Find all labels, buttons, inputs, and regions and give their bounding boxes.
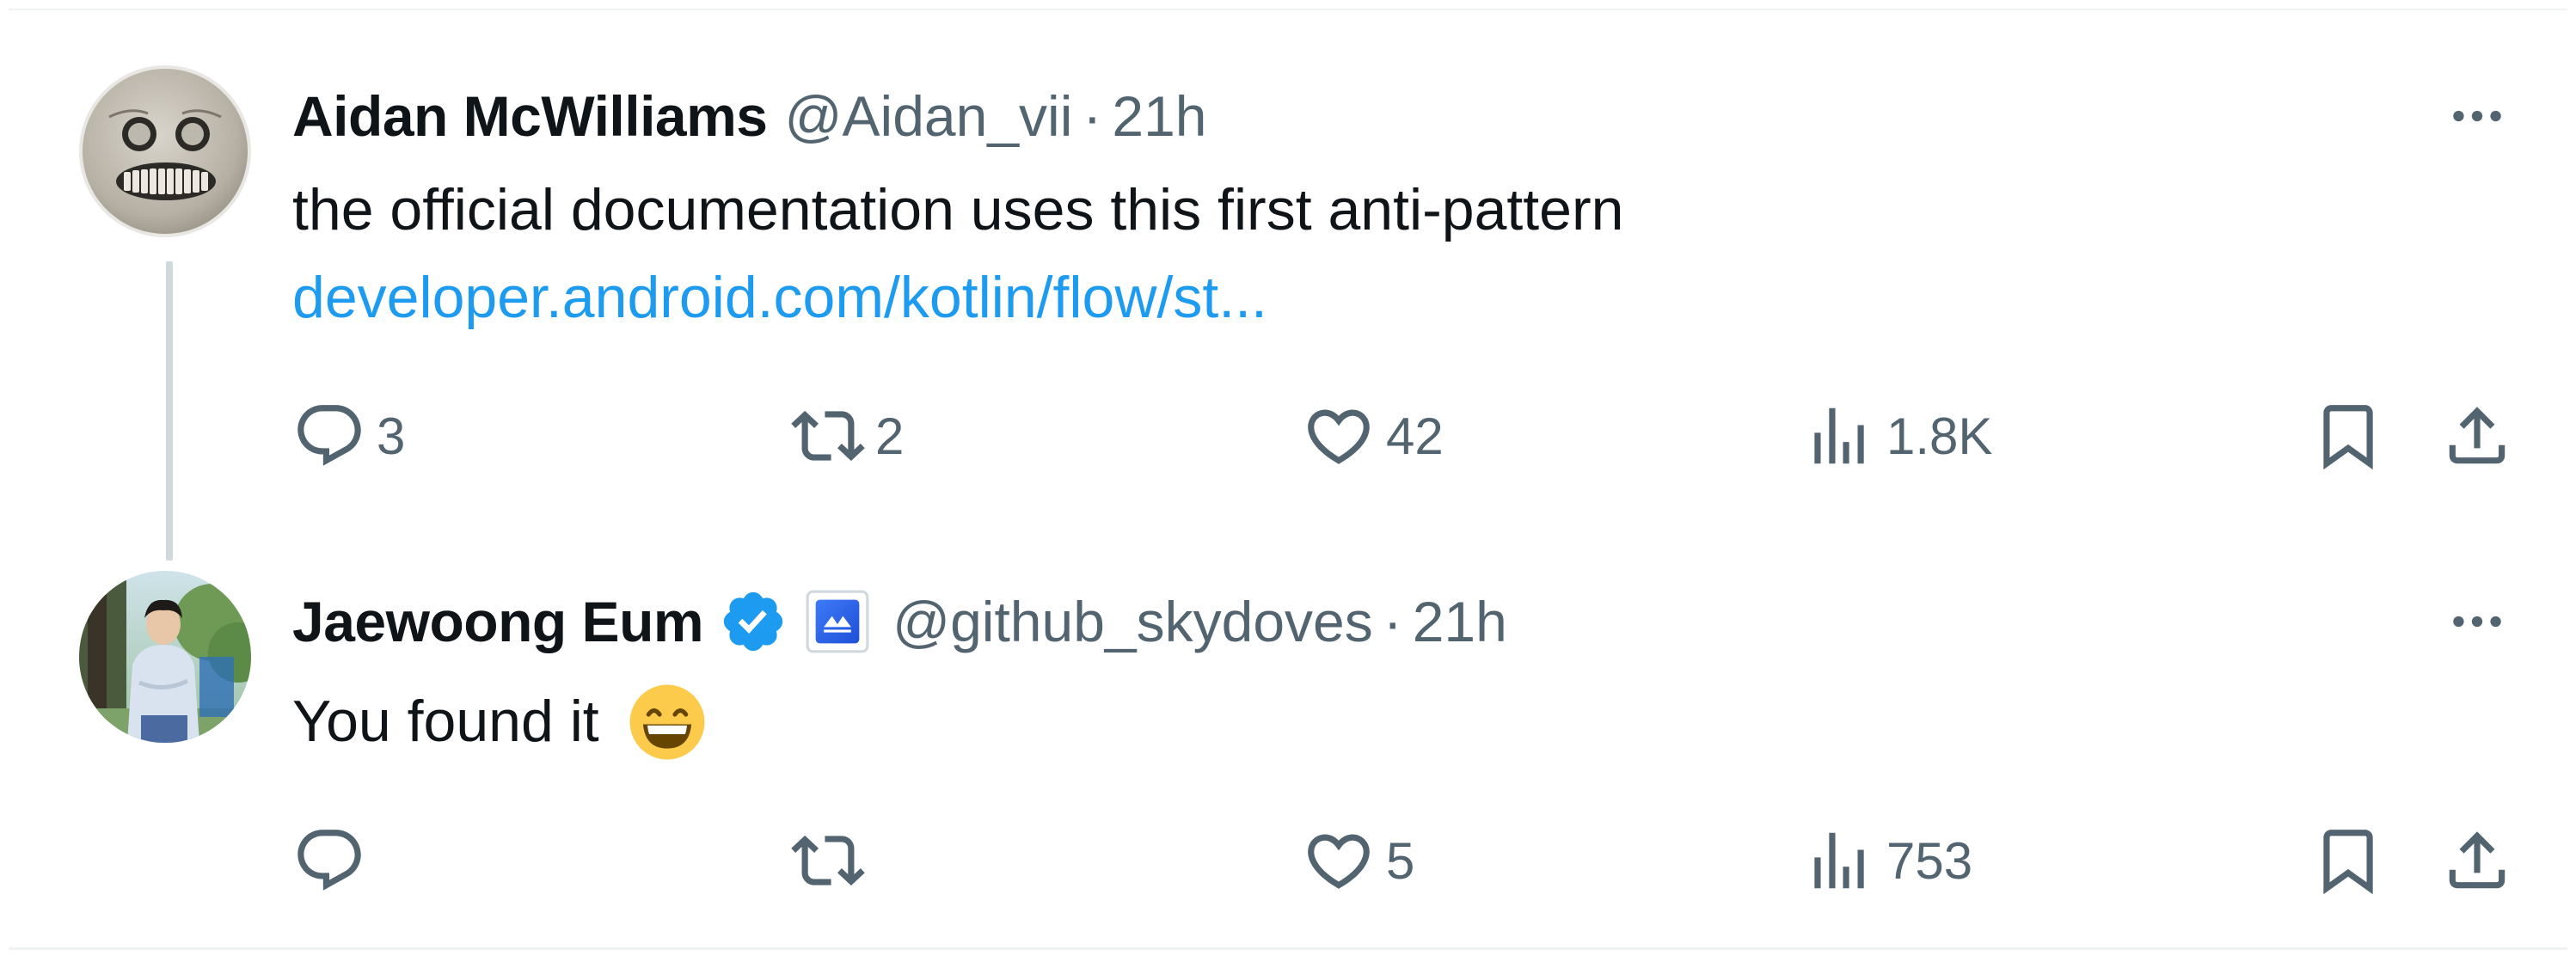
like-count: 5 — [1386, 831, 1415, 890]
more-horizontal-icon — [2453, 616, 2501, 628]
author-handle[interactable]: @Aidan_vii — [785, 77, 1073, 155]
view-count: 1.8K — [1886, 407, 1993, 465]
tweet-text: the official documentation uses this fir… — [292, 168, 1623, 252]
separator-dot: · — [1383, 590, 1402, 653]
repost-button[interactable]: 2 — [791, 397, 904, 475]
like-button[interactable]: 5 — [1302, 822, 1414, 899]
share-icon — [2449, 831, 2505, 889]
reply-icon — [297, 830, 361, 891]
grinning-emoji-icon — [628, 683, 707, 762]
tweet-text: You found it — [292, 679, 707, 765]
analytics-icon — [1814, 407, 1864, 464]
timestamp[interactable]: 21h — [1112, 77, 1206, 155]
thread-line — [166, 261, 173, 561]
reply-count: 3 — [377, 407, 406, 465]
views-button[interactable]: 1.8K — [1802, 397, 1992, 475]
author-name[interactable]: Jaewoong Eum — [292, 583, 704, 660]
avatar[interactable] — [79, 571, 251, 743]
share-button[interactable] — [2438, 397, 2516, 475]
bookmark-icon — [2323, 405, 2373, 470]
tweet-thread: Aidan McWilliams @Aidan_vii · 21h the of… — [9, 9, 2567, 950]
tweet-text-content: the official documentation uses this fir… — [292, 177, 1624, 242]
avatar[interactable] — [79, 65, 251, 237]
organization-badge-icon[interactable] — [805, 589, 870, 654]
repost-button[interactable] — [791, 822, 875, 899]
more-options-button[interactable] — [2438, 77, 2516, 155]
separator-dot: · — [1083, 84, 1102, 148]
tweet-link-line: developer.android.com/kotlin/flow/st... — [292, 255, 1267, 340]
repost-count: 2 — [875, 407, 905, 465]
timestamp[interactable]: 21h — [1413, 583, 1507, 660]
tweet-link[interactable]: developer.android.com/kotlin/flow/st... — [292, 265, 1267, 330]
tweet-text-content: You found it — [292, 689, 599, 754]
bookmark-button[interactable] — [2309, 397, 2387, 475]
more-horizontal-icon — [2453, 110, 2501, 122]
reply-icon — [297, 405, 361, 466]
heart-icon — [1308, 409, 1370, 464]
tweet-header: Aidan McWilliams @Aidan_vii · 21h — [292, 77, 1206, 155]
repost-icon — [791, 410, 865, 462]
bookmark-icon — [2323, 830, 2373, 895]
tweet-header: Jaewoong Eum @github_skydoves · 21h — [292, 583, 1507, 660]
analytics-icon — [1814, 832, 1864, 889]
views-button[interactable]: 753 — [1802, 822, 1972, 899]
share-icon — [2449, 407, 2505, 464]
heart-icon — [1308, 834, 1370, 889]
like-button[interactable]: 42 — [1302, 397, 1444, 475]
reply-button[interactable] — [292, 822, 377, 899]
more-options-button[interactable] — [2438, 583, 2516, 660]
verified-badge-icon — [719, 587, 788, 656]
repost-icon — [791, 835, 865, 886]
author-name[interactable]: Aidan McWilliams — [292, 77, 768, 155]
share-button[interactable] — [2438, 822, 2516, 899]
like-count: 42 — [1386, 407, 1444, 465]
bookmark-button[interactable] — [2309, 822, 2387, 899]
view-count: 753 — [1886, 831, 1973, 890]
reply-button[interactable]: 3 — [292, 397, 405, 475]
author-handle[interactable]: @github_skydoves — [892, 583, 1373, 660]
